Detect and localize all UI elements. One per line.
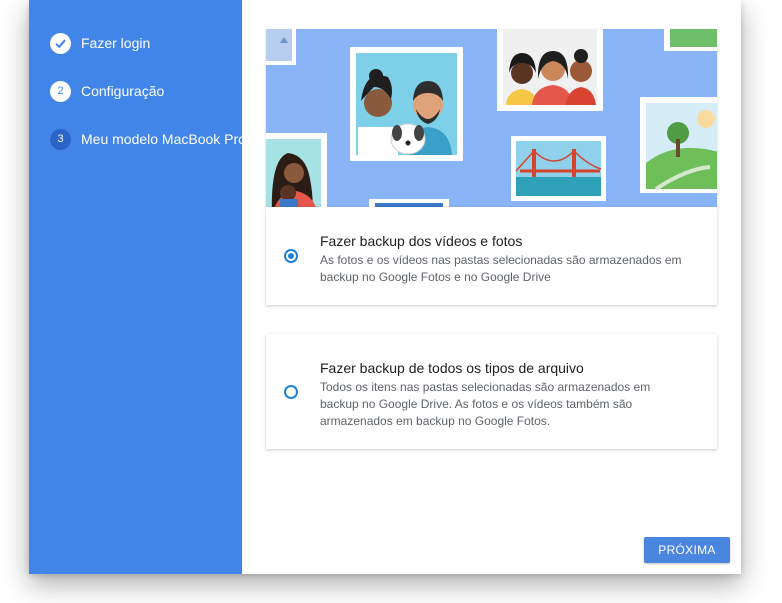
radio-button-selected[interactable]: [284, 249, 298, 263]
main-content: Fazer backup dos vídeos e fotos As fotos…: [242, 0, 741, 574]
setup-window: Fazer login 2 Configuração 3 Meu modelo …: [29, 0, 741, 574]
option-description: Todos os itens nas pastas selecionadas s…: [320, 380, 651, 428]
next-button[interactable]: PRÓXIMA: [644, 537, 730, 563]
option-card-all-files[interactable]: Fazer backup de todos os tipos de arquiv…: [266, 334, 717, 449]
step-number-badge: 2: [50, 80, 71, 102]
radio-dot: [288, 253, 294, 259]
sidebar-step-label: Configuração: [81, 83, 165, 99]
option-title: Fazer backup dos vídeos e fotos: [320, 233, 523, 249]
step-number-badge: 3: [50, 128, 71, 150]
sidebar-step-login: Fazer login: [50, 31, 150, 55]
sidebar: Fazer login 2 Configuração 3 Meu modelo …: [29, 0, 246, 574]
option-card-photos-videos[interactable]: Fazer backup dos vídeos e fotos As fotos…: [266, 207, 717, 305]
sidebar-step-macbook: 3 Meu modelo MacBook Pro: [50, 127, 246, 151]
sidebar-step-label: Meu modelo MacBook Pro: [81, 131, 246, 147]
sidebar-step-label: Fazer login: [81, 35, 151, 51]
option-description: As fotos e os vídeos nas pastas selecion…: [320, 253, 682, 284]
radio-button[interactable]: [284, 385, 298, 399]
checkmark-icon: [50, 32, 71, 54]
option-title: Fazer backup de todos os tipos de arquiv…: [320, 360, 584, 376]
sidebar-step-configuration: 2 Configuração: [50, 79, 164, 103]
photos-illustration: [266, 29, 717, 207]
